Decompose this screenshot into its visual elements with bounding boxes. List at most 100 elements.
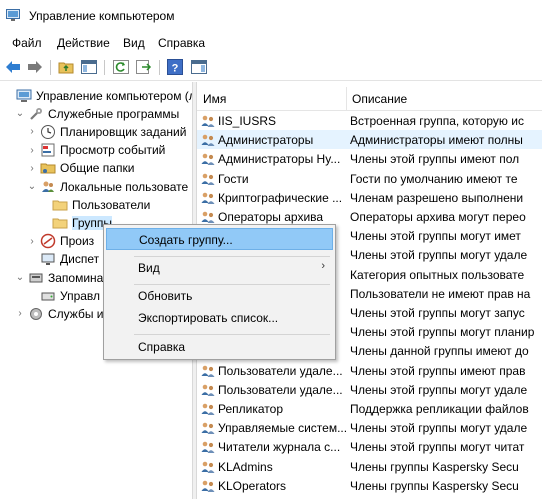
refresh-button[interactable]	[112, 58, 130, 76]
folder-icon	[52, 218, 68, 229]
column-divider[interactable]	[346, 87, 347, 111]
tree-item[interactable]: Пользователи	[38, 195, 150, 214]
group-icon	[201, 154, 215, 166]
group-icon	[200, 113, 216, 129]
tree-item[interactable]: › Произ	[26, 232, 94, 251]
tree-item[interactable]: › Службы и	[14, 304, 103, 323]
tree-item-icon	[52, 197, 68, 213]
group-name: Криптографические ...	[218, 190, 343, 205]
group-row[interactable]: Гости Гости по умолчанию имеют те	[197, 169, 542, 188]
show-action-pane-button[interactable]	[190, 58, 208, 76]
group-row[interactable]: Читатели журнала с... Члены этой группы м…	[197, 437, 542, 456]
group-row[interactable]: Криптографические ... Членам разрешено вы…	[197, 188, 542, 207]
group-row[interactable]: Пользователи удале... Члены этой группы и…	[197, 361, 542, 380]
svg-text:?: ?	[172, 63, 179, 75]
group-description: Гости по умолчанию имеют те	[350, 171, 518, 186]
group-description: Члены группы Kaspersky Secu	[350, 478, 519, 493]
tree-item-label: Управление компьютером (л	[36, 88, 192, 103]
group-description: Члены этой группы могут удале	[350, 382, 528, 397]
toolbar-separator	[50, 60, 51, 75]
group-row[interactable]: SqlComputeNodeA...Учетные записи SQL Se	[197, 495, 542, 499]
toolbar: ?	[0, 54, 542, 81]
group-row[interactable]: Администраторы Администраторы имеют полны	[197, 130, 542, 150]
group-description: Члены этой группы могут удале	[350, 248, 528, 263]
menu-separator	[134, 334, 330, 335]
storage-icon	[29, 273, 43, 282]
menu-help[interactable]: Справка	[158, 36, 205, 50]
group-name: IIS_IUSRS	[218, 114, 277, 128]
group-row[interactable]: Администраторы Hy... Члены этой группы им…	[197, 149, 542, 168]
group-row[interactable]: KLOperators Члены группы Kaspersky Secu	[197, 476, 542, 495]
menu-item-label: Экспортировать список...	[138, 311, 279, 325]
services-icon	[30, 307, 42, 320]
export-list-button[interactable]	[135, 58, 153, 76]
expand-chevron-icon[interactable]: ›	[14, 308, 26, 319]
tree-item[interactable]: › Общие папки	[26, 159, 134, 178]
menu-bar: Файл Действие Вид Справка	[0, 32, 542, 54]
tree-item-label: Планировщик заданий	[60, 124, 187, 139]
group-icon	[200, 439, 216, 455]
tree-item[interactable]: Диспет	[26, 250, 99, 269]
column-header-description[interactable]: Описание	[352, 92, 407, 106]
forward-button[interactable]	[26, 58, 44, 76]
tree-item[interactable]: › Просмотр событий	[26, 141, 165, 160]
tree-item[interactable]: ⌄ Запомина	[14, 268, 104, 287]
collapse-chevron-icon[interactable]: ⌄	[26, 181, 38, 192]
tree-item-icon	[28, 270, 44, 286]
group-row[interactable]: IIS_IUSRS Встроенная группа, которую ис	[197, 111, 542, 130]
group-icon	[200, 363, 216, 379]
computer-management-icon	[6, 9, 20, 21]
collapse-chevron-icon[interactable]: ⌄	[14, 272, 26, 283]
menu-item-label: Обновить	[138, 289, 193, 303]
clock-icon	[41, 124, 55, 139]
help-button[interactable]: ?	[166, 58, 184, 76]
shared-folder-icon	[40, 163, 56, 174]
tree-item[interactable]: ⌄ Локальные пользовате	[26, 177, 188, 196]
column-header-name[interactable]: Имя	[203, 92, 226, 106]
menu-action[interactable]: Действие	[57, 36, 110, 50]
expand-chevron-icon[interactable]: ›	[26, 163, 38, 174]
group-description: Члены группы Kaspersky Secu	[350, 459, 519, 474]
menu-item-label: Создать группу...	[139, 233, 233, 247]
back-button[interactable]	[4, 58, 22, 76]
ctx-view[interactable]: Вид ›	[106, 257, 333, 279]
tree-item[interactable]: Управление компьютером (л	[2, 86, 192, 105]
menu-item-label: Справка	[138, 340, 186, 354]
tree-item[interactable]: › Планировщик заданий	[26, 122, 186, 141]
menu-view[interactable]: Вид	[123, 36, 145, 50]
window-title: Управление компьютером	[29, 9, 175, 23]
tree-item[interactable]: Управл	[26, 286, 100, 305]
ctx-create-group[interactable]: Создать группу...	[106, 228, 333, 250]
ctx-help[interactable]: Справка	[106, 336, 333, 358]
group-row[interactable]: Репликатор Поддержка репликации файлов	[197, 399, 542, 418]
collapse-chevron-icon[interactable]: ⌄	[14, 108, 26, 119]
export-icon	[136, 60, 152, 74]
group-description: Члены этой группы имеют прав	[350, 363, 526, 378]
up-folder-button[interactable]	[57, 58, 75, 76]
group-icon	[201, 422, 215, 435]
tree-item-label: Общие папки	[60, 161, 135, 176]
group-description: Пользователи не имеют прав на	[350, 286, 531, 301]
menu-file[interactable]: Файл	[12, 36, 42, 50]
tree-item[interactable]: ⌄ Служебные программы	[14, 104, 179, 123]
group-icon	[200, 132, 216, 148]
group-icon	[200, 209, 216, 225]
help-icon: ?	[167, 59, 183, 75]
group-row[interactable]: KLAdmins Члены группы Kaspersky Secu	[197, 457, 542, 476]
expand-chevron-icon[interactable]: ›	[26, 236, 38, 247]
users-icon	[42, 181, 54, 192]
show-hide-tree-button[interactable]	[80, 58, 98, 76]
group-description: Поддержка репликации файлов	[350, 402, 529, 416]
ctx-export-list[interactable]: Экспортировать список...	[106, 307, 333, 329]
expand-chevron-icon[interactable]: ›	[26, 126, 38, 137]
group-description: Члены этой группы могут имет	[350, 229, 521, 244]
ctx-refresh[interactable]: Обновить	[106, 285, 333, 307]
expand-chevron-icon[interactable]: ›	[26, 145, 38, 156]
group-name: Читатели журнала с...	[218, 440, 341, 455]
group-row[interactable]: Пользователи удале... Члены этой группы м…	[197, 380, 542, 399]
group-row[interactable]: Управляемые систем... Члены этой группы м…	[197, 418, 542, 437]
tree-item-icon	[16, 88, 32, 104]
tree-item[interactable]: Группы	[38, 213, 112, 232]
tree-item-icon	[40, 233, 56, 249]
group-icon	[201, 115, 215, 127]
